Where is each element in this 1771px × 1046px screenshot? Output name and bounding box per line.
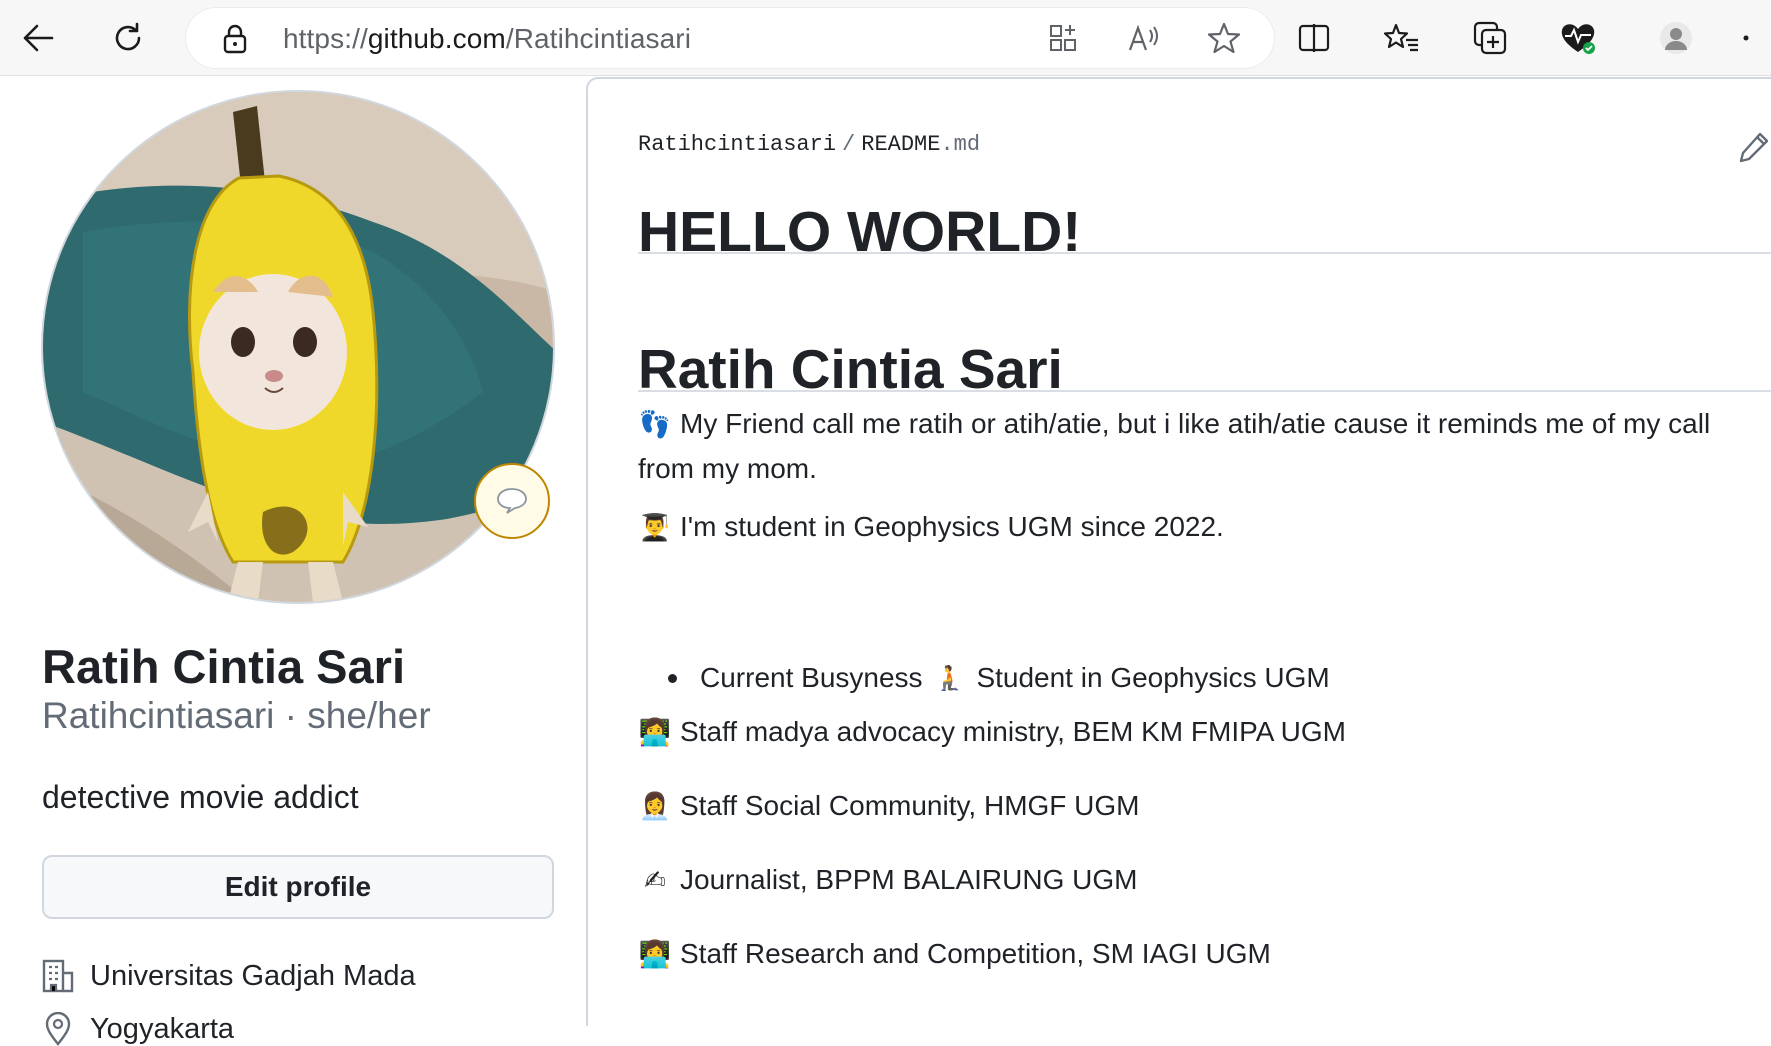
thought-bubble-icon [497,488,527,514]
paragraph-text: Staff Research and Competition, SM IAGI … [680,938,1271,969]
readme-panel: Ratihcintiasari / README.md HELLO WORLD! R… [586,77,1771,1026]
read-aloud-icon[interactable] [1126,20,1162,56]
footprints-icon: 👣 [638,410,672,440]
bullet-value: Student in Geophysics UGM [976,662,1330,693]
profile-handle: Ratihcintiasari · she/her [42,695,431,736]
readme-breadcrumb: Ratihcintiasari / README.md [638,132,980,157]
collections-icon[interactable] [1466,14,1514,62]
location-row: Yogyakarta [42,1012,234,1046]
readme-item-bem: 👩‍💻 Staff madya advocacy ministry, BEM KM… [638,710,1346,755]
readme-file-name: README [861,132,941,157]
favorites-list-icon[interactable] [1378,14,1426,62]
bullet-dot [668,673,677,683]
url-text[interactable]: https://github.com/Ratihcintiasari [283,23,691,55]
technologist-icon: 👩‍💻 [638,940,672,970]
browser-toolbar: https://github.com/Ratihcintiasari [0,0,1771,76]
location-text: Yogyakarta [90,1012,235,1045]
bullet-label: Current Busyness [700,662,923,693]
readme-item-iagi: 👩‍💻 Staff Research and Competition, SM IA… [638,932,1271,977]
organization-icon [42,959,74,993]
heading-divider [638,390,1771,392]
paragraph-text: Staff madya advocacy ministry, BEM KM FM… [680,716,1346,747]
readme-file-ext: .md [940,132,981,157]
paragraph-text: Staff Social Community, HMGF UGM [680,790,1140,821]
writing-hand-icon: ✍ [644,866,666,896]
profile-sidebar: Ratih Cintia Sari Ratihcintiasari · she/… [0,77,586,1046]
lock-icon[interactable] [222,24,248,59]
location-icon [45,1012,71,1046]
back-icon[interactable] [14,14,62,62]
address-bar[interactable]: https://github.com/Ratihcintiasari [186,8,1274,68]
paragraph-text: Journalist, BPPM BALAIRUNG UGM [680,864,1138,895]
technologist-icon: 👩‍💻 [638,718,672,748]
refresh-icon[interactable] [104,14,152,62]
profile-icon[interactable] [1652,14,1700,62]
heading-divider [638,252,1771,254]
status-emoji-button[interactable] [474,463,550,539]
office-worker-icon: 👩‍💼 [638,792,672,822]
student-icon: 👨‍🎓 [638,513,672,543]
breadcrumb-separator: / [842,132,856,157]
paragraph-text: I'm student in Geophysics UGM since 2022… [680,511,1224,542]
edit-profile-button[interactable]: Edit profile [42,855,554,919]
organization-row: Universitas Gadjah Mada [42,959,416,993]
readme-owner-link[interactable]: Ratihcintiasari [638,132,836,157]
paragraph-text: My Friend call me ratih or atih/atie, bu… [638,408,1711,484]
readme-paragraph-friend: 👣 My Friend call me ratih or atih/atie, b… [638,402,1768,490]
kneeling-person-icon: 🧎 [934,664,965,692]
edit-readme-pencil-icon[interactable] [1738,131,1770,168]
readme-paragraph-student: 👨‍🎓 I'm student in Geophysics UGM since 2… [638,505,1224,550]
split-screen-icon[interactable] [1290,14,1338,62]
profile-bio: detective movie addict [42,779,359,815]
profile-name: Ratih Cintia Sari [42,640,406,693]
organization-text[interactable]: Universitas Gadjah Mada [90,960,416,993]
list-item: Current Busyness 🧎 Student in Geophysics… [668,662,1330,694]
favorite-star-icon[interactable] [1206,20,1242,56]
more-icon[interactable] [1726,14,1766,62]
readme-heading-1: HELLO WORLD! [638,200,1082,264]
avatar[interactable] [41,90,555,604]
readme-item-bppm: ✍ Journalist, BPPM BALAIRUNG UGM [638,858,1137,903]
browser-essentials-icon[interactable] [1554,14,1602,62]
readme-item-hmgf: 👩‍💼 Staff Social Community, HMGF UGM [638,784,1140,829]
app-available-icon[interactable] [1046,20,1082,56]
